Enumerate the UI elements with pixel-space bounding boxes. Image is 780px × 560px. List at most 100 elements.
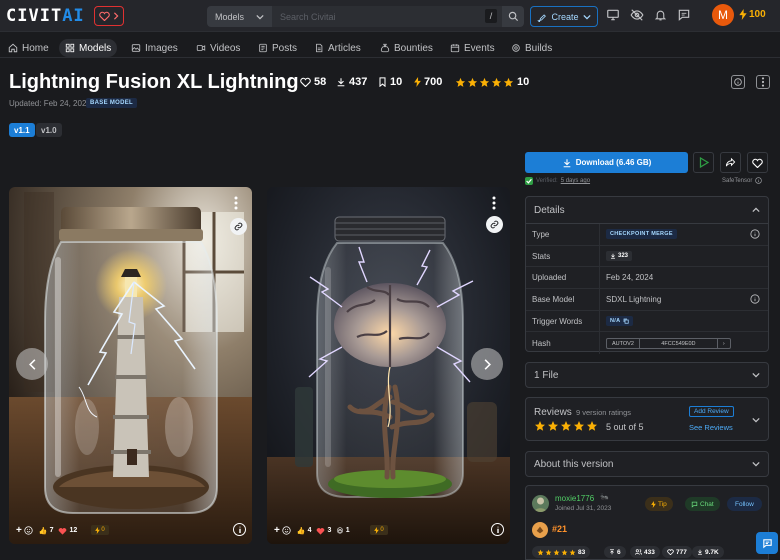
- user-avatar[interactable]: M: [712, 4, 734, 26]
- eye-off-icon[interactable]: [630, 8, 644, 22]
- details-header[interactable]: Details: [526, 197, 768, 224]
- thumbs-up-icon[interactable]: 👍: [39, 527, 48, 535]
- see-reviews-link[interactable]: See Reviews: [689, 423, 733, 432]
- favorite-button[interactable]: [747, 152, 768, 173]
- base-model-badge: BASE MODEL: [86, 98, 138, 108]
- bolt-icon: [95, 526, 101, 534]
- image-info-button[interactable]: [491, 523, 504, 536]
- bookmark-icon: [379, 77, 386, 87]
- monitor-icon[interactable]: [606, 8, 620, 22]
- smile-icon[interactable]: [282, 526, 291, 535]
- downloads-count: 437: [349, 76, 368, 88]
- nav-item-videos[interactable]: Videos: [190, 39, 246, 57]
- buzz-tip-box[interactable]: 0: [370, 525, 388, 535]
- version-tab-v1-0[interactable]: v1.0: [36, 123, 62, 137]
- image-link-button[interactable]: [486, 216, 503, 233]
- add-review-button[interactable]: Add Review: [689, 406, 734, 417]
- nav-item-bounties[interactable]: Bounties: [374, 39, 439, 57]
- chat-fab-button[interactable]: [756, 532, 778, 554]
- add-reaction-plus[interactable]: +: [274, 525, 280, 536]
- nav-item-articles[interactable]: Articles: [308, 39, 367, 57]
- photo-icon: [131, 44, 141, 52]
- search-icon: [508, 11, 518, 22]
- nav-label: Models: [79, 42, 112, 54]
- message-icon[interactable]: [677, 8, 691, 22]
- info-icon[interactable]: [755, 177, 763, 184]
- bolt-icon: [651, 500, 656, 508]
- info-icon[interactable]: [750, 229, 760, 239]
- verified-date-link[interactable]: 5 days ago: [561, 178, 590, 184]
- rating-stat[interactable]: 10: [455, 76, 529, 88]
- top-bar: CIVITAI Models / Create M 100: [0, 0, 780, 32]
- image-info-button[interactable]: [233, 523, 246, 536]
- files-accordion[interactable]: 1 File: [525, 362, 769, 388]
- buzz-balance[interactable]: 100: [739, 9, 766, 20]
- trigger-words-badge[interactable]: N/A: [606, 316, 634, 327]
- info-icon[interactable]: [750, 294, 760, 304]
- run-model-button[interactable]: [693, 152, 714, 173]
- create-button[interactable]: Create: [530, 6, 598, 27]
- laugh-icon[interactable]: 😆: [336, 527, 343, 535]
- creator-followers-count: 433: [644, 548, 655, 556]
- info-icon: [734, 78, 742, 86]
- follow-button[interactable]: Follow: [727, 497, 762, 511]
- heart-icon: [99, 11, 110, 21]
- rating-stars: [455, 77, 514, 88]
- hash-box[interactable]: AUTOV2 4FCC549E0D ›: [606, 337, 731, 349]
- share-button[interactable]: [720, 152, 741, 173]
- info-icon: [496, 526, 499, 533]
- nav-label: Bounties: [394, 42, 433, 54]
- search-button[interactable]: [502, 6, 524, 27]
- row-label: Uploaded: [526, 267, 600, 289]
- buzz-tip-box[interactable]: 0: [91, 525, 109, 535]
- tip-button[interactable]: Tip: [645, 497, 673, 511]
- nav-label: Home: [22, 42, 49, 54]
- carousel-prev-button[interactable]: [16, 348, 48, 380]
- add-reaction-plus[interactable]: +: [16, 525, 22, 536]
- creator-name[interactable]: moxie1776: [555, 494, 594, 503]
- version-tab-v1-1[interactable]: v1.1: [9, 123, 35, 137]
- search-type-select[interactable]: Models: [207, 6, 272, 27]
- heart-filled-icon[interactable]: [58, 527, 67, 535]
- nav-item-builds[interactable]: Builds: [505, 39, 558, 57]
- bell-icon[interactable]: [654, 8, 667, 22]
- model-info-button[interactable]: [731, 75, 745, 89]
- star-icon: [553, 549, 560, 555]
- search-input[interactable]: [272, 6, 502, 27]
- likes-stat[interactable]: 58: [300, 76, 326, 88]
- chevron-down-icon: [752, 461, 760, 467]
- nav-item-posts[interactable]: Posts: [252, 39, 303, 57]
- thumbs-up-icon[interactable]: 👍: [297, 527, 306, 535]
- support-button[interactable]: [94, 6, 124, 26]
- nav-item-events[interactable]: Events: [444, 39, 501, 57]
- hash-next-icon[interactable]: ›: [718, 339, 730, 348]
- creator-avatar[interactable]: [532, 495, 549, 512]
- image-link-button[interactable]: [230, 218, 247, 235]
- more-options-button[interactable]: [756, 75, 770, 89]
- verified-info: Verified: 5 days ago: [525, 177, 590, 185]
- buzz-stat[interactable]: 700: [414, 76, 442, 88]
- creator-rating-stat: 83: [532, 546, 591, 558]
- smile-icon[interactable]: [24, 526, 33, 535]
- nav-item-images[interactable]: Images: [125, 39, 184, 57]
- heart-filled-icon[interactable]: [316, 527, 325, 535]
- about-version-accordion[interactable]: About this version: [525, 451, 769, 477]
- dots-vertical-icon[interactable]: [233, 196, 239, 210]
- civitai-logo[interactable]: CIVITAI: [6, 6, 85, 26]
- chat-button[interactable]: Chat: [685, 497, 720, 511]
- nav-item-models[interactable]: Models: [59, 39, 118, 57]
- chat-label: Chat: [700, 500, 714, 508]
- nav-item-home[interactable]: Home: [2, 39, 55, 57]
- dots-vertical-icon[interactable]: [491, 196, 497, 210]
- buzz-tip-count: 0: [101, 527, 105, 533]
- chevron-down-icon: [582, 14, 591, 19]
- rating-count: 10: [517, 76, 530, 88]
- heart-icon: [667, 549, 674, 555]
- stats-downloads-count: 323: [618, 253, 629, 260]
- bookmarks-stat[interactable]: 10: [378, 76, 402, 88]
- download-button[interactable]: Download (6.46 GB): [525, 152, 688, 173]
- chevron-down-icon[interactable]: [752, 417, 760, 423]
- carousel-next-button[interactable]: [471, 348, 503, 380]
- creator-card: moxie1776 🐜 Joined Jul 31, 2023 Tip Chat…: [525, 485, 769, 560]
- star-icon: [569, 549, 576, 555]
